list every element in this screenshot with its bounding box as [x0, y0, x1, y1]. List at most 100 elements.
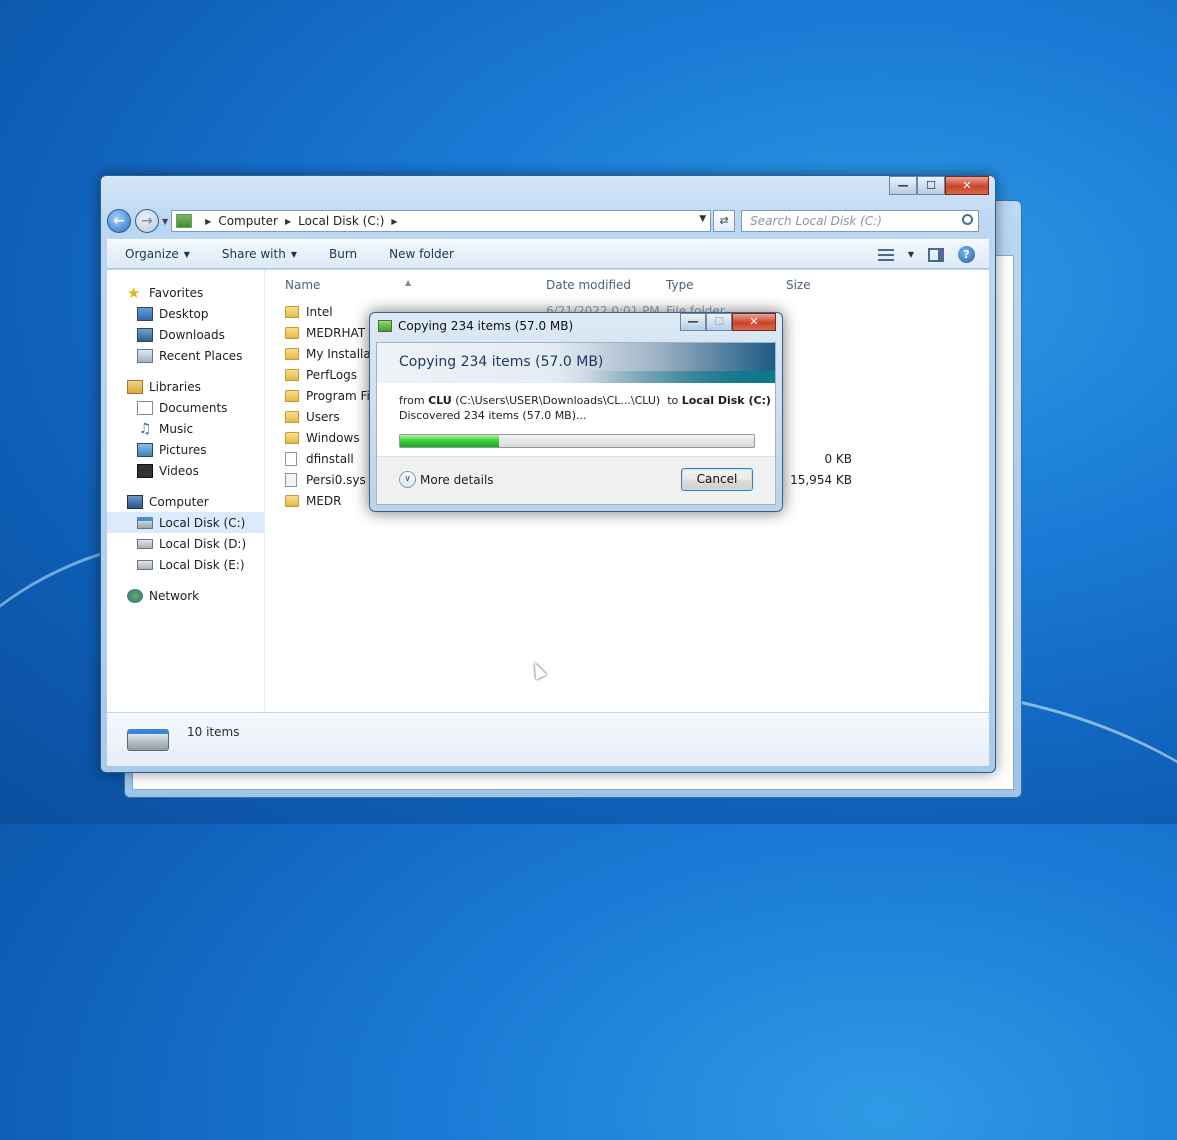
source-name[interactable]: CLU — [428, 394, 452, 407]
nav-desktop[interactable]: Desktop — [107, 303, 264, 324]
size-cell: 15,954 KB — [790, 473, 852, 487]
folder-icon — [285, 368, 299, 381]
column-type[interactable]: Type — [666, 278, 694, 292]
documents-icon — [137, 400, 153, 415]
nav-favorites[interactable]: ★ Favorites — [107, 282, 264, 303]
copy-dialog: Copying 234 items (57.0 MB) — ☐ ✕ Copyin… — [369, 312, 783, 512]
file-row[interactable]: My Installati — [285, 343, 379, 364]
nav-recent-places[interactable]: Recent Places — [107, 345, 264, 366]
column-date-modified[interactable]: Date modified — [546, 278, 631, 292]
pictures-icon — [137, 442, 153, 457]
window-controls: — ☐ ✕ — [889, 176, 989, 195]
navigation-pane: ★ Favorites Desktop Downloads Recent Plac… — [107, 270, 265, 712]
organize-button[interactable]: Organize ▼ — [125, 247, 190, 261]
column-name[interactable]: Name — [285, 278, 320, 292]
computer-icon — [127, 494, 143, 509]
minimize-button[interactable]: — — [889, 176, 917, 195]
progress-fill — [400, 435, 500, 447]
dialog-content: Copying 234 items (57.0 MB) from CLU (C:… — [376, 342, 776, 505]
dialog-title: Copying 234 items (57.0 MB) — [378, 319, 573, 333]
file-row[interactable]: Windows — [285, 427, 360, 448]
sort-ascending-icon: ▲ — [405, 278, 412, 287]
nav-documents[interactable]: Documents — [107, 397, 264, 418]
maximize-button: ☐ — [706, 313, 732, 331]
nav-downloads[interactable]: Downloads — [107, 324, 264, 345]
nav-network[interactable]: Network — [107, 585, 264, 606]
size-cell: 0 KB — [824, 452, 852, 466]
nav-local-disk-c[interactable]: Local Disk (C:) — [107, 512, 264, 533]
videos-icon — [137, 463, 153, 478]
music-icon: ♫ — [138, 420, 152, 437]
chevron-right-icon[interactable]: ▶ — [391, 217, 397, 226]
search-placeholder: Search Local Disk (C:) — [750, 214, 882, 228]
details-pane: 10 items — [107, 712, 989, 766]
folder-icon — [285, 347, 299, 360]
help-icon[interactable]: ? — [958, 246, 975, 263]
drive-icon — [137, 538, 153, 549]
system-file-icon — [285, 472, 297, 487]
maximize-button[interactable]: ☐ — [917, 176, 945, 195]
nav-libraries[interactable]: Libraries — [107, 376, 264, 397]
folder-icon — [285, 431, 299, 444]
more-details-toggle[interactable]: ∨ More details — [399, 471, 494, 488]
file-row[interactable]: Program File — [285, 385, 381, 406]
search-icon[interactable] — [962, 214, 974, 225]
drive-icon — [137, 559, 153, 570]
chevron-down-icon[interactable]: ▼ — [908, 250, 914, 259]
chevron-down-icon: ▼ — [183, 249, 190, 259]
column-headers: ▲ Name Date modified Type Size — [265, 270, 989, 297]
breadcrumb-local-disk[interactable]: Local Disk (C:) — [298, 214, 384, 228]
refresh-button[interactable]: ⇄ — [713, 210, 736, 232]
change-view-icon[interactable] — [877, 248, 894, 261]
desktop-icon — [137, 306, 153, 321]
chevron-down-icon: ▼ — [290, 249, 297, 259]
address-dropdown-icon[interactable]: ▼ — [699, 214, 706, 224]
dialog-window-controls: — ☐ ✕ — [680, 313, 776, 331]
file-row[interactable]: dfinstall — [285, 448, 354, 469]
nav-local-disk-e[interactable]: Local Disk (E:) — [107, 554, 264, 575]
chevron-right-icon[interactable]: ▶ — [205, 217, 211, 226]
file-row[interactable]: PerfLogs — [285, 364, 357, 385]
nav-local-disk-d[interactable]: Local Disk (D:) — [107, 533, 264, 554]
share-with-button[interactable]: Share with ▼ — [222, 247, 297, 261]
file-row[interactable]: Persi0.sys — [285, 469, 366, 490]
navigation-bar: ← → ▼ ▶ Computer ▶ Local Disk (C:) ▶ ▼ ⇄ S… — [107, 208, 989, 234]
close-button[interactable]: ✕ — [945, 176, 989, 195]
destination-name[interactable]: Local Disk (C:) — [682, 394, 771, 407]
burn-button[interactable]: Burn — [329, 247, 357, 261]
column-size[interactable]: Size — [786, 278, 811, 292]
address-bar[interactable]: ▶ Computer ▶ Local Disk (C:) ▶ ▼ — [171, 210, 712, 232]
new-folder-button[interactable]: New folder — [389, 247, 454, 261]
back-button[interactable]: ← — [107, 209, 131, 233]
file-icon — [285, 451, 297, 466]
file-row[interactable]: Intel — [285, 301, 333, 322]
cancel-button[interactable]: Cancel — [681, 468, 753, 491]
search-input[interactable]: Search Local Disk (C:) — [741, 210, 980, 232]
breadcrumb-computer[interactable]: Computer — [218, 214, 278, 228]
dialog-heading: Copying 234 items (57.0 MB) — [399, 354, 604, 370]
downloads-icon — [137, 327, 153, 342]
chevron-right-icon[interactable]: ▶ — [285, 217, 291, 226]
folder-icon — [285, 494, 299, 507]
computer-icon — [176, 214, 193, 228]
nav-computer[interactable]: Computer — [107, 491, 264, 512]
discovered-status: Discovered 234 items (57.0 MB)... — [399, 409, 587, 422]
forward-button[interactable]: → — [135, 209, 159, 233]
minimize-button[interactable]: — — [680, 313, 706, 331]
chevron-down-icon: ∨ — [399, 471, 416, 488]
recent-pages-dropdown-icon[interactable]: ▼ — [162, 217, 168, 226]
nav-videos[interactable]: Videos — [107, 460, 264, 481]
file-row[interactable]: Users — [285, 406, 340, 427]
folder-icon — [285, 305, 299, 318]
preview-pane-icon[interactable] — [928, 247, 944, 262]
recent-places-icon — [137, 348, 153, 363]
nav-music[interactable]: ♫ Music — [107, 418, 264, 439]
file-row[interactable]: MEDRHAT — [285, 322, 365, 343]
file-row[interactable]: MEDR — [285, 490, 342, 511]
drive-icon — [127, 729, 169, 751]
dialog-footer: ∨ More details Cancel — [377, 456, 775, 504]
copy-progress-bar — [399, 434, 755, 448]
folder-icon — [285, 410, 299, 423]
close-button[interactable]: ✕ — [732, 313, 776, 331]
nav-pictures[interactable]: Pictures — [107, 439, 264, 460]
